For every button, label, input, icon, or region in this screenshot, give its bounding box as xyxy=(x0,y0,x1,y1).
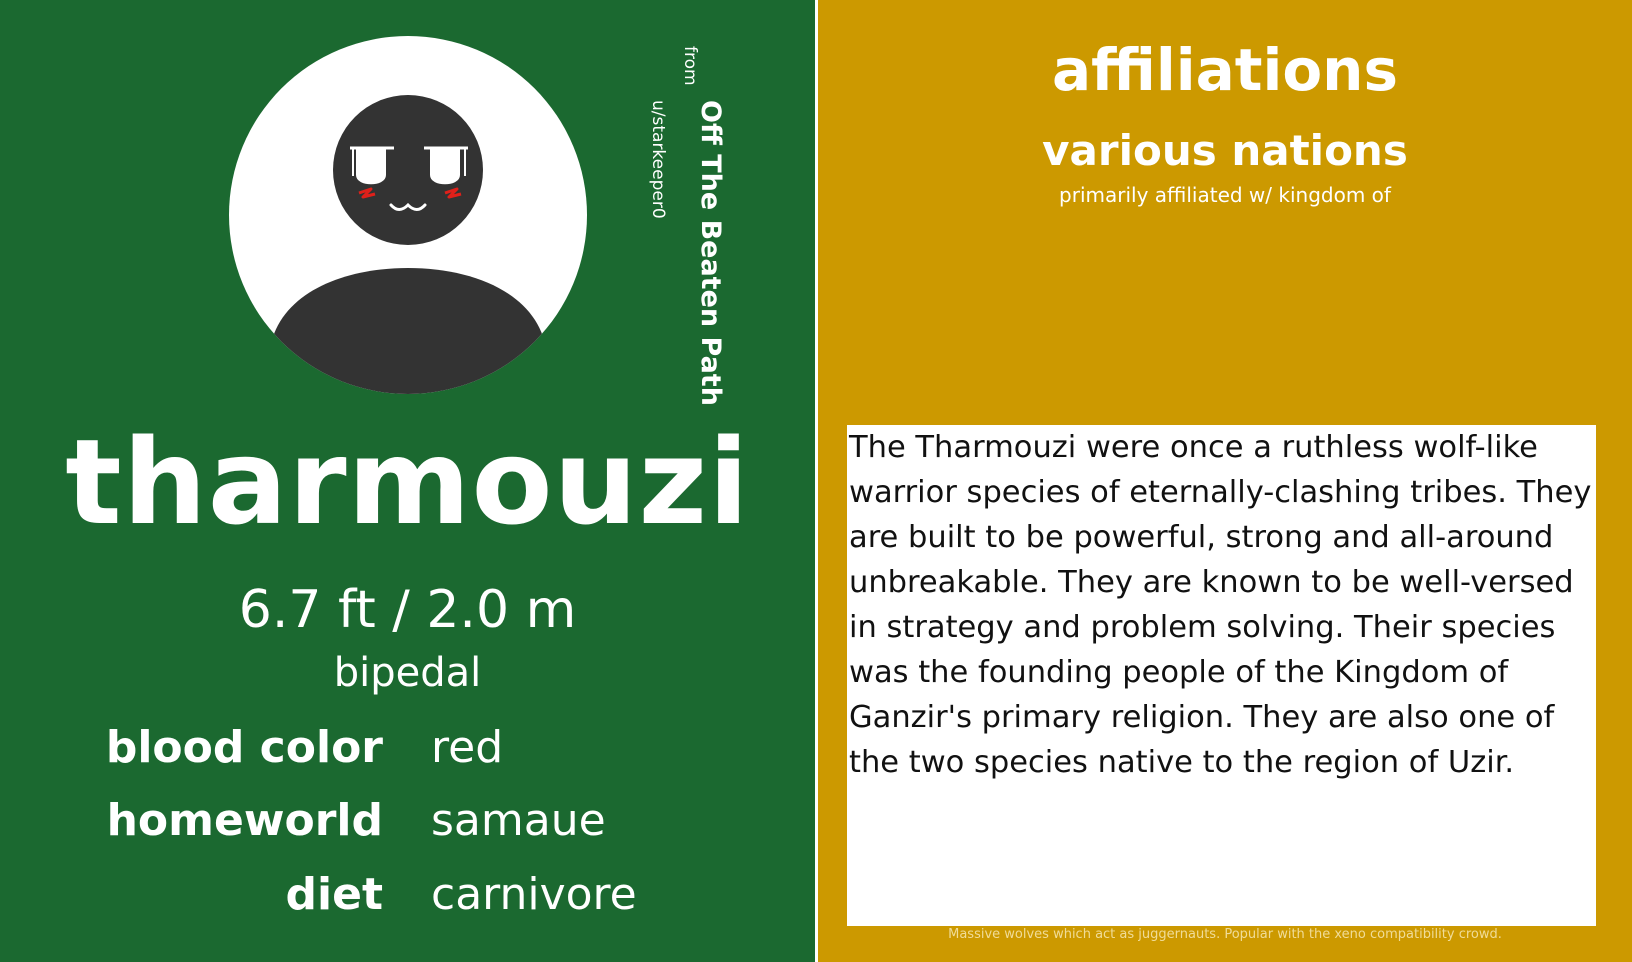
avatar xyxy=(229,36,587,394)
species-description: The Tharmouzi were once a ruthless wolf-… xyxy=(847,425,1596,926)
stat-value: red xyxy=(431,722,504,773)
species-card-right-panel: affiliations various nations primarily a… xyxy=(818,0,1632,962)
affiliation-name: various nations xyxy=(1042,126,1408,175)
source-credit: from Off The Beaten Path u/starkeeper0 xyxy=(640,40,730,410)
footer-caption: Massive wolves which act as juggernauts.… xyxy=(948,927,1502,942)
stat-label: blood color xyxy=(105,722,383,773)
affiliations-heading: affiliations xyxy=(1052,36,1398,104)
stat-label: homeworld xyxy=(106,795,383,846)
stat-row-blood-color: blood color red xyxy=(0,722,815,782)
stat-row-diet: diet carnivore xyxy=(0,869,815,929)
species-name: tharmouzi xyxy=(65,413,750,551)
species-posture: bipedal xyxy=(333,650,482,696)
species-card-left-panel: from Off The Beaten Path u/starkeeper0 t… xyxy=(0,0,815,962)
avatar-head xyxy=(333,95,483,245)
species-height: 6.7 ft / 2.0 m xyxy=(238,580,577,640)
stat-value: samaue xyxy=(431,795,606,846)
affiliation-note: primarily affiliated w/ kingdom of xyxy=(1059,183,1391,207)
stat-label: diet xyxy=(285,869,383,920)
author-credit: u/starkeeper0 xyxy=(648,100,668,219)
credit-from-label: from xyxy=(680,46,700,86)
stat-value: carnivore xyxy=(431,869,637,920)
source-title: Off The Beaten Path xyxy=(695,100,726,406)
stat-row-homeworld: homeworld samaue xyxy=(0,795,815,855)
